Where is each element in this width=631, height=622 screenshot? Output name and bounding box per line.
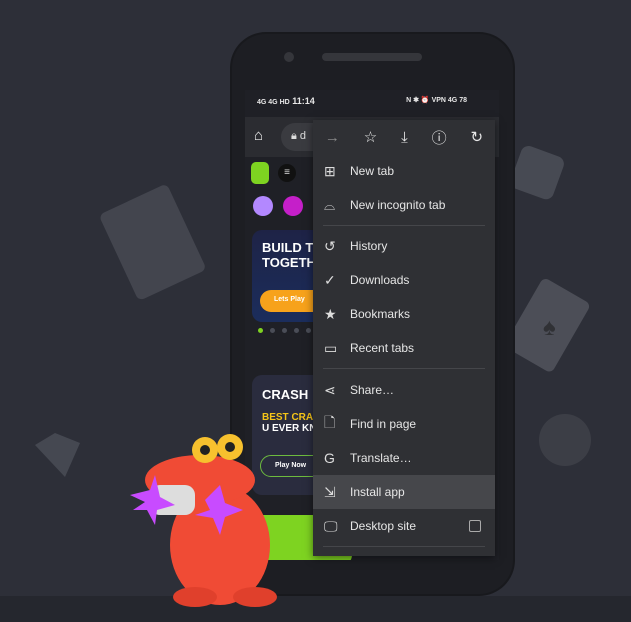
carousel-dot[interactable] — [258, 328, 263, 333]
divider — [323, 225, 485, 226]
menu-item-label: Translate… — [350, 451, 412, 465]
dice-decoration — [510, 146, 564, 200]
divider — [323, 546, 485, 547]
devices-icon: ▭ — [324, 339, 338, 356]
site-menu-button[interactable]: ≡ — [278, 164, 296, 182]
find-icon: 🗋︎ — [324, 414, 336, 430]
menu-item-desktop-site[interactable]: 🖵︎ Desktop site — [313, 509, 495, 543]
carousel-dot[interactable] — [270, 328, 275, 333]
speaker — [322, 53, 422, 61]
carousel-dot[interactable] — [306, 328, 311, 333]
forward-icon[interactable]: → — [325, 129, 340, 146]
svg-text:♠: ♠ — [543, 314, 556, 341]
refresh-icon[interactable]: ↻ — [470, 128, 483, 146]
diamond-decoration — [35, 433, 80, 477]
menu-item-label: History — [350, 239, 388, 253]
download-icon[interactable]: ⤓ — [401, 129, 408, 146]
menu-item-downloads[interactable]: ✓ Downloads — [313, 263, 495, 297]
menu-item-bookmarks[interactable]: ★ Bookmarks — [313, 297, 495, 331]
menu-item-install-app[interactable]: ⇲ Install app — [313, 475, 495, 509]
carousel-dot[interactable] — [294, 328, 299, 333]
card-decoration — [100, 185, 205, 300]
ball-decoration — [539, 414, 591, 466]
floor — [0, 596, 631, 622]
incognito-icon: ⌓ — [324, 196, 336, 213]
star-icon[interactable]: ☆ — [364, 128, 377, 146]
desktop-site-checkbox[interactable] — [469, 520, 481, 532]
url-text: d — [299, 130, 307, 142]
game-icon[interactable] — [283, 196, 303, 216]
browser-overflow-menu: → ☆ ⤓ ⓘ ↻ ⊞ New tab ⌓ New incognito tab ↺ H… — [313, 120, 495, 556]
status-time: 11:14 — [292, 96, 315, 106]
menu-item-label: Share… — [350, 383, 395, 397]
status-right-icons: N ✱ ⏰ VPN 4G 78 — [406, 97, 467, 104]
info-icon[interactable]: ⓘ — [432, 127, 447, 148]
downloads-icon: ✓ — [324, 271, 336, 288]
translate-icon: G — [324, 450, 335, 466]
dinosaur-mascot — [130, 434, 277, 607]
menu-item-label: Install app — [350, 485, 405, 499]
menu-item-label: Bookmarks — [350, 307, 411, 321]
camera — [284, 52, 294, 62]
history-icon: ↺ — [324, 237, 336, 254]
menu-item-label: Desktop site — [350, 519, 417, 533]
menu-item-label: Recent tabs — [350, 341, 415, 355]
menu-item-new-incognito-tab[interactable]: ⌓ New incognito tab — [313, 188, 495, 222]
game-icon[interactable] — [253, 196, 273, 216]
site-logo[interactable] — [251, 162, 269, 184]
menu-item-new-tab[interactable]: ⊞ New tab — [313, 154, 495, 188]
menu-item-find-in-page[interactable]: 🗋︎ Find in page — [313, 407, 495, 441]
menu-item-share[interactable]: ⋖ Share… — [313, 373, 495, 407]
new-tab-icon: ⊞ — [324, 162, 336, 179]
share-icon: ⋖ — [324, 381, 336, 398]
lock-icon: 🔒︎ — [291, 130, 297, 142]
star-icon: ★ — [324, 305, 337, 322]
divider — [323, 368, 485, 369]
status-bar: 4G 4G HD 11:14 N ✱ ⏰ VPN 4G 78 — [245, 90, 499, 116]
desktop-icon: 🖵︎ — [324, 517, 338, 534]
home-icon[interactable]: ⌂ — [254, 127, 263, 144]
status-left-icons: 4G 4G HD — [257, 99, 290, 106]
menu-item-label: New incognito tab — [350, 198, 446, 212]
spade-card-decoration: ♠ — [505, 279, 590, 372]
menu-item-recent-tabs[interactable]: ▭ Recent tabs — [313, 331, 495, 365]
menu-item-history[interactable]: ↺ History — [313, 229, 495, 263]
carousel-dot[interactable] — [282, 328, 287, 333]
menu-item-label: New tab — [350, 164, 395, 178]
menu-item-label: Downloads — [350, 273, 410, 287]
menu-item-translate[interactable]: G Translate… — [313, 441, 495, 475]
menu-action-bar: → ☆ ⤓ ⓘ ↻ — [313, 120, 495, 154]
menu-item-label: Find in page — [350, 417, 417, 431]
install-icon: ⇲ — [324, 483, 336, 500]
